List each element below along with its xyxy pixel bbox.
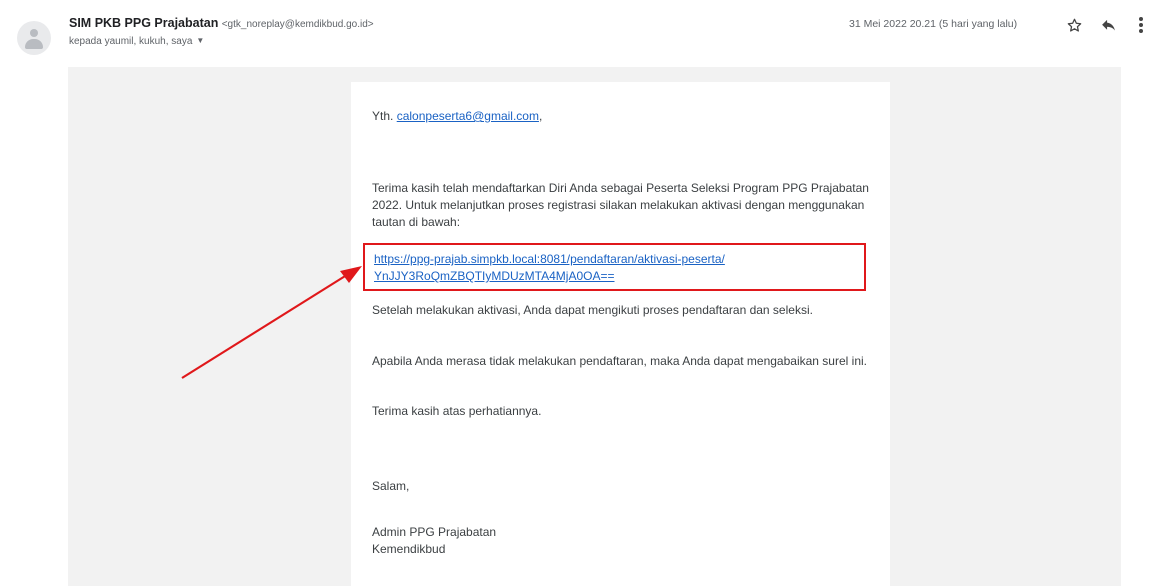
star-icon[interactable]: [1063, 14, 1085, 36]
highlighted-link-box: https://ppg-prajab.simpkb.local:8081/pen…: [363, 243, 866, 291]
reply-icon[interactable]: [1097, 14, 1119, 36]
avatar-head-shape: [30, 29, 38, 37]
show-details-caret-icon[interactable]: ▼: [196, 36, 204, 45]
activation-link-line1[interactable]: https://ppg-prajab.simpkb.local:8081/pen…: [374, 252, 725, 266]
closing: Salam,: [372, 479, 410, 493]
email-header: SIM PKB PPG Prajabatan <gtk_noreplay@kem…: [0, 0, 1154, 60]
sender-name[interactable]: SIM PKB PPG Prajabatan: [69, 16, 218, 30]
greeting-email-link[interactable]: calonpeserta6@gmail.com: [397, 109, 539, 123]
activation-link-line2[interactable]: YnJJY3RoQmZBQTIyMDUzMTA4MjA0OA==: [374, 269, 615, 283]
more-vert-icon[interactable]: [1130, 14, 1152, 36]
email-content-card: [351, 82, 890, 586]
recipients-text: kepada yaumil, kukuh, saya: [69, 36, 193, 47]
message-date: 31 Mei 2022 20.21 (5 hari yang lalu): [849, 18, 1018, 30]
recipients-line[interactable]: kepada yaumil, kukuh, saya ▼: [69, 36, 204, 47]
activation-link-container: https://ppg-prajab.simpkb.local:8081/pen…: [374, 251, 854, 285]
avatar-shoulders-shape: [25, 39, 43, 49]
paragraph-ignore: Apabila Anda merasa tidak melakukan pend…: [372, 354, 867, 368]
sender-line: SIM PKB PPG Prajabatan <gtk_noreplay@kem…: [69, 16, 374, 30]
signature-line1: Admin PPG Prajabatan: [372, 525, 497, 539]
sender-avatar[interactable]: [17, 21, 51, 55]
paragraph-intro: Terima kasih telah mendaftarkan Diri And…: [372, 181, 869, 229]
greeting-prefix: Yth.: [372, 109, 394, 123]
greeting: Yth. calonpeserta6@gmail.com,: [372, 108, 872, 125]
paragraph-thanks: Terima kasih atas perhatiannya.: [372, 404, 542, 418]
signature: Admin PPG Prajabatan Kemendikbud: [372, 524, 872, 558]
paragraph-after-activation: Setelah melakukan aktivasi, Anda dapat m…: [372, 303, 813, 317]
signature-line2: Kemendikbud: [372, 542, 446, 556]
greeting-suffix: ,: [538, 109, 543, 123]
sender-email: <gtk_noreplay@kemdikbud.go.id>: [221, 19, 374, 30]
